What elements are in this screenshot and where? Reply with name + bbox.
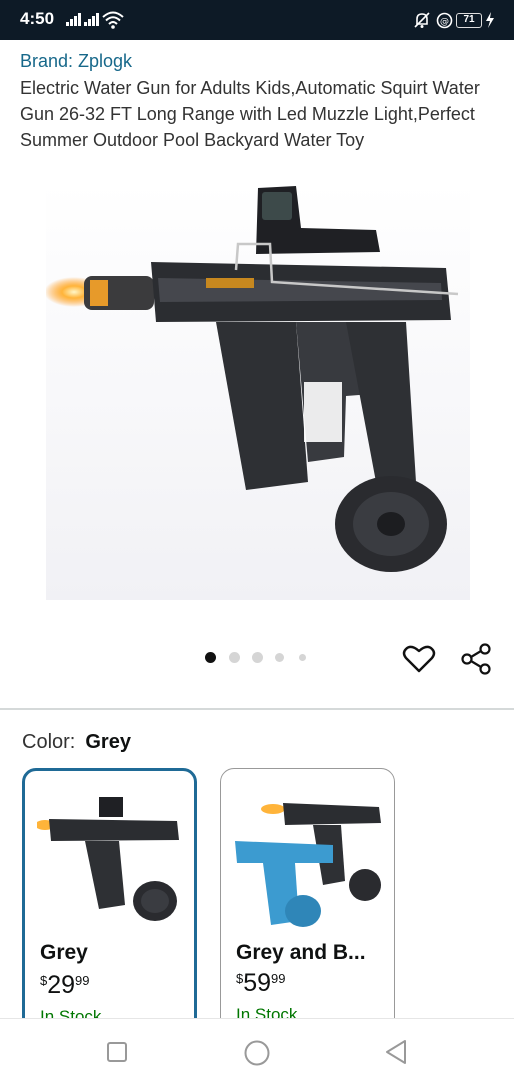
- signal-icon: [66, 13, 81, 26]
- charging-icon: [486, 12, 494, 28]
- status-time: 4:50: [20, 9, 55, 28]
- brand-link[interactable]: Brand: Zplogk: [20, 51, 132, 72]
- product-title: Electric Water Gun for Adults Kids,Autom…: [20, 78, 480, 150]
- carousel-dot[interactable]: [299, 654, 306, 661]
- price-fraction: 99: [75, 973, 90, 988]
- price-fraction: 99: [271, 971, 286, 986]
- color-swatch-grey-and-blue[interactable]: Grey and B... $5999 In Stock: [220, 768, 395, 1038]
- color-selector-header: Color: Grey: [22, 731, 131, 754]
- color-label: Color:: [22, 731, 76, 753]
- product-image[interactable]: [46, 182, 470, 600]
- carousel-dot[interactable]: [252, 652, 263, 663]
- system-nav-bar: [0, 1018, 514, 1085]
- carousel-dot[interactable]: [229, 652, 240, 663]
- share-icon[interactable]: [460, 642, 494, 676]
- back-button[interactable]: [383, 1039, 409, 1065]
- color-selected-value: Grey: [85, 731, 131, 753]
- swatch-price: $5999: [236, 969, 286, 998]
- swatch-image: [37, 785, 182, 925]
- home-button[interactable]: [243, 1039, 271, 1067]
- wifi-icon: [102, 11, 124, 29]
- svg-text:@: @: [440, 17, 449, 27]
- heart-icon[interactable]: [402, 642, 436, 676]
- battery-indicator: 71: [456, 13, 482, 28]
- swatch-image: [233, 781, 383, 931]
- swatch-name: Grey and B...: [236, 941, 366, 964]
- swatch-price: $2999: [40, 971, 90, 1000]
- price-currency: $: [40, 973, 48, 988]
- price-whole: 59: [243, 969, 272, 997]
- status-bar: 4:50 @ 71: [0, 0, 514, 40]
- price-currency: $: [236, 971, 244, 986]
- carousel-dot[interactable]: [275, 653, 284, 662]
- price-whole: 29: [47, 971, 76, 999]
- section-divider: [0, 708, 514, 710]
- alarm-icon: @: [436, 12, 453, 29]
- color-swatch-grey[interactable]: Grey $2999 In Stock: [22, 768, 197, 1038]
- recent-apps-button[interactable]: [106, 1041, 128, 1063]
- swatch-name: Grey: [40, 941, 88, 964]
- signal-icon: [84, 13, 99, 26]
- carousel-dot-active[interactable]: [205, 652, 216, 663]
- bell-muted-icon: [414, 12, 430, 28]
